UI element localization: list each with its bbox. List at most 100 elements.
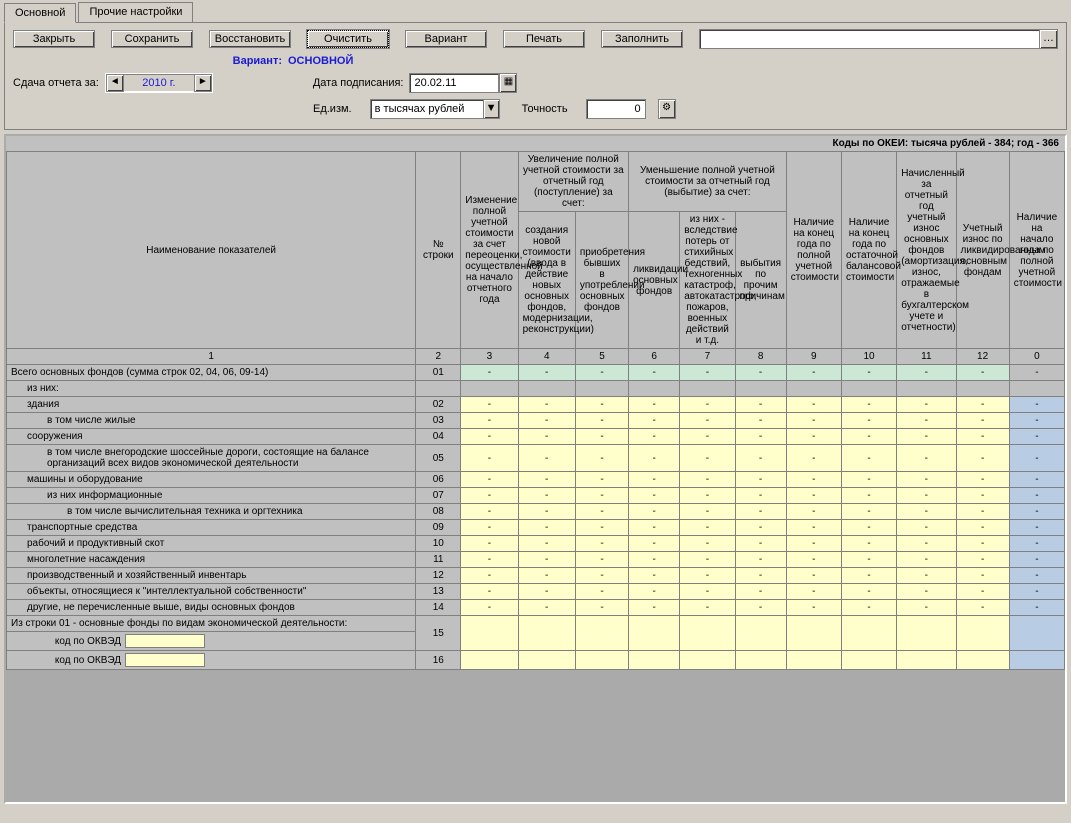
data-cell[interactable]: - [786,397,841,413]
data-cell[interactable]: - [956,536,1009,552]
data-cell[interactable]: - [956,413,1009,429]
data-cell[interactable]: - [786,413,841,429]
calendar-button[interactable]: ▦ [499,73,517,93]
tab-other[interactable]: Прочие настройки [78,2,193,22]
data-cell[interactable]: - [1009,536,1064,552]
data-cell[interactable]: - [735,397,786,413]
data-cell[interactable]: - [461,600,518,616]
data-cell[interactable]: - [897,365,956,381]
data-cell[interactable]: - [786,365,841,381]
data-cell[interactable] [518,616,575,651]
unit-select[interactable]: в тысячах рублей ▼ [370,99,500,119]
data-cell[interactable]: - [786,552,841,568]
data-cell[interactable]: - [680,429,735,445]
data-cell[interactable]: - [518,568,575,584]
data-cell[interactable]: - [1009,568,1064,584]
data-cell[interactable] [461,651,518,670]
data-cell[interactable]: - [956,488,1009,504]
okved-input[interactable] [125,634,205,648]
data-cell[interactable]: - [1009,600,1064,616]
data-cell[interactable]: - [575,488,628,504]
data-cell[interactable]: - [841,536,896,552]
data-cell[interactable]: - [629,504,680,520]
data-cell[interactable] [956,651,1009,670]
data-cell[interactable]: - [735,365,786,381]
data-cell[interactable]: - [841,397,896,413]
data-cell[interactable] [575,616,628,651]
data-cell[interactable]: - [461,429,518,445]
data-cell[interactable]: - [461,568,518,584]
data-cell[interactable]: - [735,584,786,600]
data-cell[interactable]: - [461,536,518,552]
data-cell[interactable]: - [1009,520,1064,536]
data-cell[interactable]: - [956,397,1009,413]
data-cell[interactable]: - [786,520,841,536]
data-cell[interactable]: - [1009,504,1064,520]
data-cell[interactable] [629,616,680,651]
data-cell[interactable]: - [786,568,841,584]
data-cell[interactable]: - [786,472,841,488]
data-cell[interactable]: - [897,472,956,488]
data-cell[interactable]: - [575,552,628,568]
data-cell[interactable]: - [461,472,518,488]
data-cell[interactable]: - [461,504,518,520]
data-cell[interactable]: - [1009,552,1064,568]
data-cell[interactable]: - [956,520,1009,536]
data-cell[interactable]: - [680,600,735,616]
data-cell[interactable]: - [575,584,628,600]
data-cell[interactable]: - [1009,397,1064,413]
data-cell[interactable]: - [518,429,575,445]
lookup-browse-button[interactable]: … [1039,30,1057,48]
data-cell[interactable]: - [841,552,896,568]
data-cell[interactable]: - [680,488,735,504]
data-cell[interactable]: - [680,504,735,520]
data-cell[interactable] [786,616,841,651]
data-cell[interactable]: - [897,520,956,536]
precision-input[interactable]: 0 [586,99,646,119]
data-cell[interactable]: - [956,429,1009,445]
data-cell[interactable]: - [956,445,1009,472]
data-cell[interactable] [897,616,956,651]
data-cell[interactable]: - [629,413,680,429]
year-next-button[interactable]: ► [194,74,212,92]
print-button[interactable]: Печать [503,30,585,48]
data-cell[interactable]: - [680,413,735,429]
data-cell[interactable]: - [461,584,518,600]
data-cell[interactable]: - [956,472,1009,488]
data-cell[interactable] [1009,651,1064,670]
data-cell[interactable]: - [735,504,786,520]
data-cell[interactable]: - [735,600,786,616]
data-cell[interactable]: - [575,429,628,445]
data-cell[interactable]: - [735,413,786,429]
data-cell[interactable]: - [956,365,1009,381]
data-cell[interactable] [786,651,841,670]
precision-options-button[interactable]: ⚙ [658,99,676,119]
data-cell[interactable]: - [897,413,956,429]
data-cell[interactable] [735,651,786,670]
data-cell[interactable]: - [897,445,956,472]
data-cell[interactable]: - [461,365,518,381]
data-cell[interactable]: - [897,600,956,616]
data-cell[interactable]: - [897,568,956,584]
data-cell[interactable] [841,616,896,651]
data-cell[interactable]: - [518,552,575,568]
data-cell[interactable]: - [461,520,518,536]
sign-date-input[interactable]: 20.02.11 [409,73,499,93]
data-cell[interactable]: - [841,568,896,584]
data-cell[interactable]: - [575,413,628,429]
data-cell[interactable]: - [461,488,518,504]
data-cell[interactable]: - [629,488,680,504]
data-cell[interactable]: - [897,488,956,504]
data-cell[interactable]: - [897,504,956,520]
data-cell[interactable]: - [735,568,786,584]
data-cell[interactable]: - [575,504,628,520]
data-cell[interactable]: - [841,488,896,504]
data-cell[interactable]: - [735,472,786,488]
clear-button[interactable]: Очистить [307,30,389,48]
data-cell[interactable]: - [680,397,735,413]
data-cell[interactable]: - [841,584,896,600]
data-cell[interactable]: - [518,365,575,381]
data-cell[interactable]: - [956,584,1009,600]
data-cell[interactable] [1009,616,1064,651]
lookup-input[interactable]: … [699,29,1058,49]
